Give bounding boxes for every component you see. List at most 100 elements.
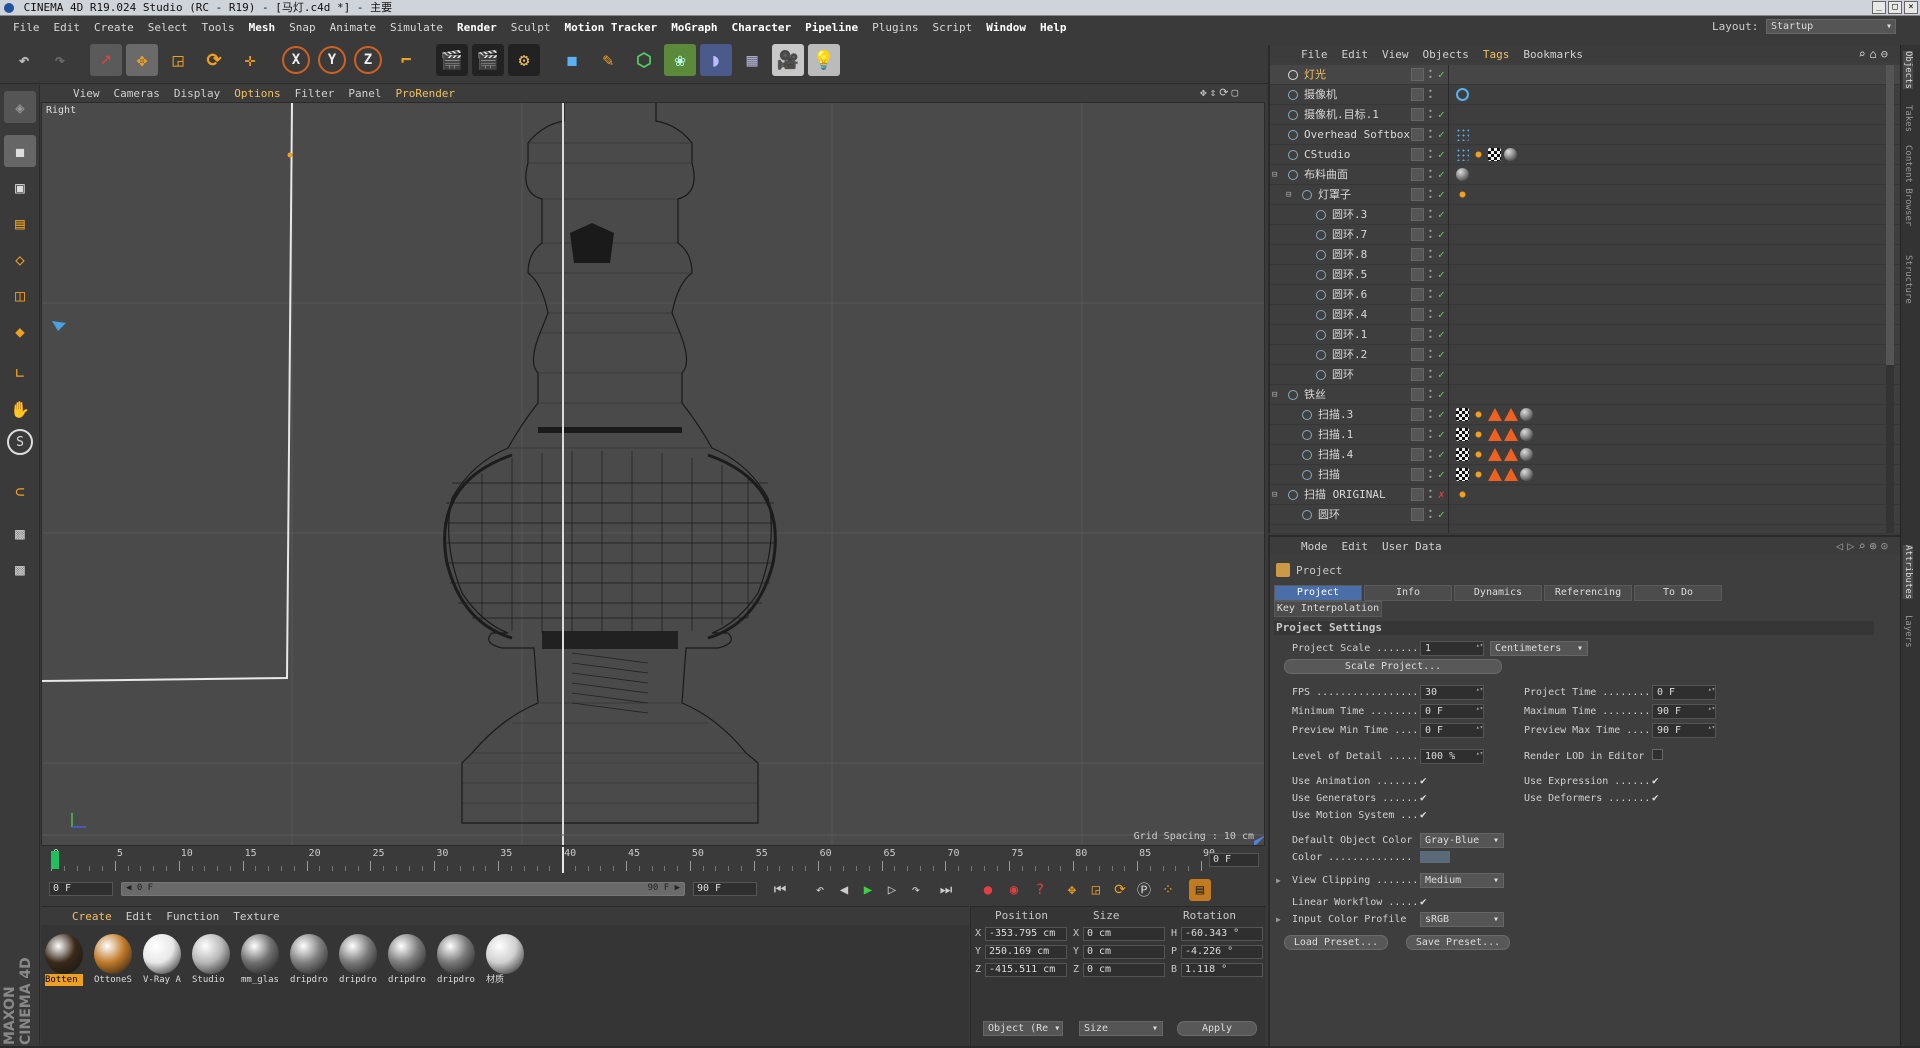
tag-sphere-icon[interactable] bbox=[1456, 168, 1469, 181]
material-menu-create[interactable]: Create bbox=[65, 910, 119, 923]
coord-mode-dropdown[interactable]: Object (Re ▾ bbox=[983, 1021, 1063, 1036]
rotation-field[interactable]: -60.343 ° bbox=[1181, 927, 1263, 941]
enabled-check-icon[interactable]: ✓ bbox=[1438, 225, 1445, 245]
input-profile-expand-icon[interactable]: ▶ bbox=[1276, 915, 1281, 924]
material-swatch[interactable]: dripdro bbox=[339, 934, 377, 990]
use-animation-checkbox[interactable]: ✔ bbox=[1420, 775, 1431, 786]
menu-character[interactable]: Character bbox=[725, 21, 799, 34]
record-pla-icon[interactable]: ⁘ bbox=[1157, 879, 1179, 901]
previous-frame-icon[interactable]: ◀ bbox=[833, 879, 855, 901]
visibility-dots-icon[interactable]: • • bbox=[1428, 88, 1434, 102]
enabled-check-icon[interactable]: ✓ bbox=[1438, 425, 1445, 445]
minimize-button[interactable]: _ bbox=[1872, 1, 1886, 14]
object-row[interactable]: 圆环 • • ✓ bbox=[1270, 365, 1902, 385]
menu-script[interactable]: Script bbox=[926, 21, 980, 34]
tag-target-icon[interactable] bbox=[1456, 88, 1469, 101]
object-row[interactable]: ⊟ 灯罩子 • • ✓ bbox=[1270, 185, 1902, 205]
tag-c-icon[interactable] bbox=[1472, 448, 1485, 461]
layer-icon[interactable] bbox=[1411, 368, 1424, 381]
enabled-check-icon[interactable]: ✓ bbox=[1438, 145, 1445, 165]
object-row[interactable]: 扫描 • • ✓ bbox=[1270, 465, 1902, 485]
viewport-menu-prorender[interactable]: ProRender bbox=[388, 87, 462, 100]
object-menu-objects[interactable]: Objects bbox=[1416, 48, 1476, 61]
size-field[interactable]: 0 cm bbox=[1083, 927, 1165, 941]
object-row[interactable]: 圆环.1 • • ✓ bbox=[1270, 325, 1902, 345]
visibility-dots-icon[interactable]: • • bbox=[1428, 68, 1434, 82]
tab-to-do[interactable]: To Do bbox=[1634, 585, 1722, 601]
render-picture-viewer-icon[interactable]: 🎬 bbox=[472, 44, 504, 76]
enabled-check-icon[interactable]: ✓ bbox=[1438, 505, 1445, 525]
layer-icon[interactable] bbox=[1411, 248, 1424, 261]
tag-sphere-icon[interactable] bbox=[1504, 148, 1517, 161]
visibility-dots-icon[interactable]: • • bbox=[1428, 488, 1434, 502]
visibility-dots-icon[interactable]: • • bbox=[1428, 268, 1434, 282]
visibility-dots-icon[interactable]: • • bbox=[1428, 308, 1434, 322]
tab-key-interpolation[interactable]: Key Interpolation bbox=[1274, 601, 1382, 617]
object-row[interactable]: ⊟ 铁丝 • • ✓ bbox=[1270, 385, 1902, 405]
object-row[interactable]: CStudio • • ✓ bbox=[1270, 145, 1902, 165]
attribute-menu-edit[interactable]: Edit bbox=[1335, 540, 1376, 553]
visibility-dots-icon[interactable]: • • bbox=[1428, 468, 1434, 482]
rotate-tool-icon[interactable]: ⟳ bbox=[198, 44, 230, 76]
material-swatch[interactable]: mm_glas bbox=[241, 934, 279, 990]
menu-window[interactable]: Window bbox=[979, 21, 1033, 34]
menu-tools[interactable]: Tools bbox=[195, 21, 242, 34]
tag-tri-icon[interactable] bbox=[1504, 408, 1518, 421]
menu-pipeline[interactable]: Pipeline bbox=[798, 21, 865, 34]
object-row[interactable]: 扫描.3 • • ✓ bbox=[1270, 405, 1902, 425]
object-menu-view[interactable]: View bbox=[1375, 48, 1416, 61]
enabled-check-icon[interactable]: ✓ bbox=[1438, 305, 1445, 325]
tag-tri-icon[interactable] bbox=[1488, 428, 1502, 441]
object-row[interactable]: 圆环.3 • • ✓ bbox=[1270, 205, 1902, 225]
visibility-dots-icon[interactable]: • • bbox=[1428, 368, 1434, 382]
layer-icon[interactable] bbox=[1411, 508, 1424, 521]
object-menu-tags[interactable]: Tags bbox=[1476, 48, 1517, 61]
tag-checker-icon[interactable] bbox=[1488, 148, 1501, 161]
object-row[interactable]: 摄像机 • • bbox=[1270, 85, 1902, 105]
layer-icon[interactable] bbox=[1411, 408, 1424, 421]
record-active-objects-icon[interactable]: ● bbox=[977, 879, 999, 901]
visibility-dots-icon[interactable]: • • bbox=[1428, 328, 1434, 342]
frame-start-marker[interactable] bbox=[51, 851, 59, 869]
use-expression-checkbox[interactable]: ✔ bbox=[1652, 775, 1663, 786]
tag-tri-icon[interactable] bbox=[1488, 448, 1502, 461]
menu-help[interactable]: Help bbox=[1033, 21, 1074, 34]
go-to-start-icon[interactable]: ⏮ bbox=[769, 879, 791, 901]
object-row[interactable]: 圆环.7 • • ✓ bbox=[1270, 225, 1902, 245]
record-scale-icon[interactable]: ◲ bbox=[1085, 879, 1107, 901]
menu-simulate[interactable]: Simulate bbox=[383, 21, 450, 34]
z-axis-icon[interactable]: Z bbox=[354, 46, 382, 74]
max-time-field[interactable]: 90 F bbox=[1652, 704, 1716, 719]
object-row[interactable]: 圆环.8 • • ✓ bbox=[1270, 245, 1902, 265]
object-row[interactable]: 圆环 • • ✓ bbox=[1270, 505, 1902, 525]
enabled-check-icon[interactable]: ✓ bbox=[1438, 125, 1445, 145]
visibility-dots-icon[interactable]: • • bbox=[1428, 148, 1434, 162]
axis-mode-icon[interactable]: ∟ bbox=[4, 357, 36, 389]
material-swatch[interactable]: V-Ray A bbox=[143, 934, 181, 990]
layer-icon[interactable] bbox=[1411, 68, 1424, 81]
scale-project-button[interactable]: Scale Project... bbox=[1284, 659, 1502, 674]
viewport-nav-icons[interactable]: ✥⇕⟳▢ bbox=[1200, 86, 1241, 99]
object-row[interactable]: 扫描.1 • • ✓ bbox=[1270, 425, 1902, 445]
material-swatch[interactable]: dripdro bbox=[437, 934, 475, 990]
use-motion-system-checkbox[interactable]: ✔ bbox=[1420, 809, 1431, 820]
side-tab-takes[interactable]: Takes bbox=[1903, 105, 1913, 132]
tag-c-icon[interactable] bbox=[1472, 408, 1485, 421]
pen-spline-icon[interactable]: ✎ bbox=[592, 44, 624, 76]
magnet-icon[interactable]: ⊂ bbox=[4, 475, 36, 507]
object-scrollbar[interactable] bbox=[1886, 65, 1894, 533]
tag-sphere-icon[interactable] bbox=[1520, 428, 1533, 441]
load-preset-button[interactable]: Load Preset... bbox=[1284, 935, 1388, 950]
enabled-check-icon[interactable]: ✓ bbox=[1438, 65, 1445, 85]
record-rotation-icon[interactable]: ⟳ bbox=[1109, 879, 1131, 901]
tree-collapse-icon[interactable]: ⊟ bbox=[1272, 385, 1277, 405]
points-mode-icon[interactable]: ◇ bbox=[4, 243, 36, 275]
go-to-previous-key-icon[interactable]: ↶ bbox=[809, 879, 831, 901]
layer-icon[interactable] bbox=[1411, 308, 1424, 321]
menu-file[interactable]: File bbox=[6, 21, 47, 34]
enabled-check-icon[interactable]: ✓ bbox=[1438, 465, 1445, 485]
menu-motion-tracker[interactable]: Motion Tracker bbox=[557, 21, 664, 34]
color-swatch[interactable] bbox=[1420, 851, 1450, 863]
project-scale-field[interactable]: 1 bbox=[1420, 641, 1484, 656]
light-icon[interactable]: 💡 bbox=[808, 44, 840, 76]
